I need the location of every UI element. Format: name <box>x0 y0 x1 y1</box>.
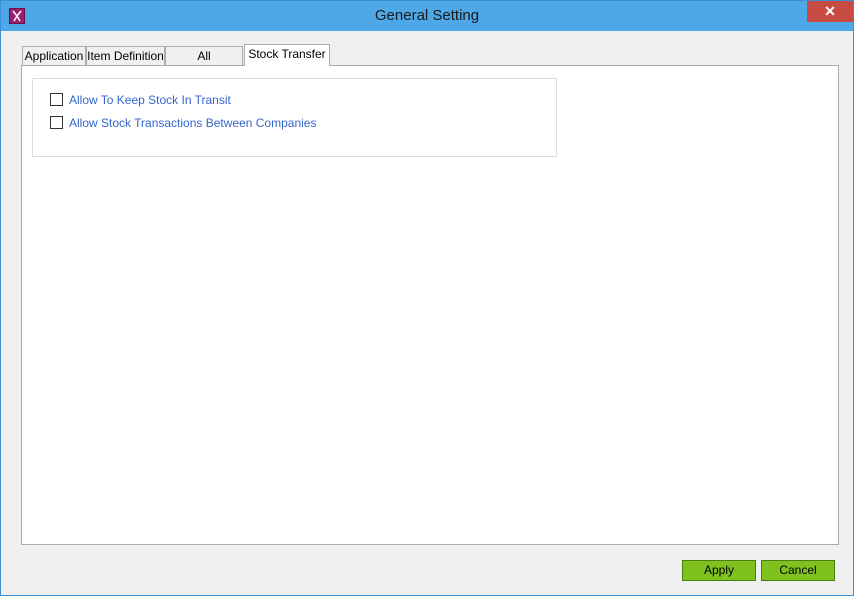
keep-stock-in-transit-checkbox[interactable] <box>50 93 63 106</box>
stock-transactions-between-companies-checkbox[interactable] <box>50 116 63 129</box>
stock-transactions-between-companies-label[interactable]: Allow Stock Transactions Between Compani… <box>69 115 316 131</box>
title-bar[interactable]: General Setting ✕ <box>1 1 853 31</box>
settings-window: General Setting ✕ Application Item Defin… <box>0 0 854 596</box>
close-icon: ✕ <box>824 3 836 19</box>
window-title: General Setting <box>374 7 480 24</box>
tab-stock-transfer[interactable]: Stock Transfer <box>244 44 330 66</box>
close-button[interactable]: ✕ <box>807 1 853 22</box>
keep-stock-in-transit-label[interactable]: Allow To Keep Stock In Transit <box>69 92 231 108</box>
stock-transfer-panel: Allow To Keep Stock In Transit Allow Sto… <box>21 65 839 545</box>
apply-button[interactable]: Apply <box>682 560 756 581</box>
stock-transfer-options-group: Allow To Keep Stock In Transit Allow Sto… <box>32 78 557 157</box>
tab-all-documents[interactable]: All Documents <box>165 46 243 81</box>
tab-item-definition[interactable]: Item Definition <box>86 46 165 65</box>
cancel-button[interactable]: Cancel <box>761 560 835 581</box>
tab-application[interactable]: Application <box>22 46 86 65</box>
